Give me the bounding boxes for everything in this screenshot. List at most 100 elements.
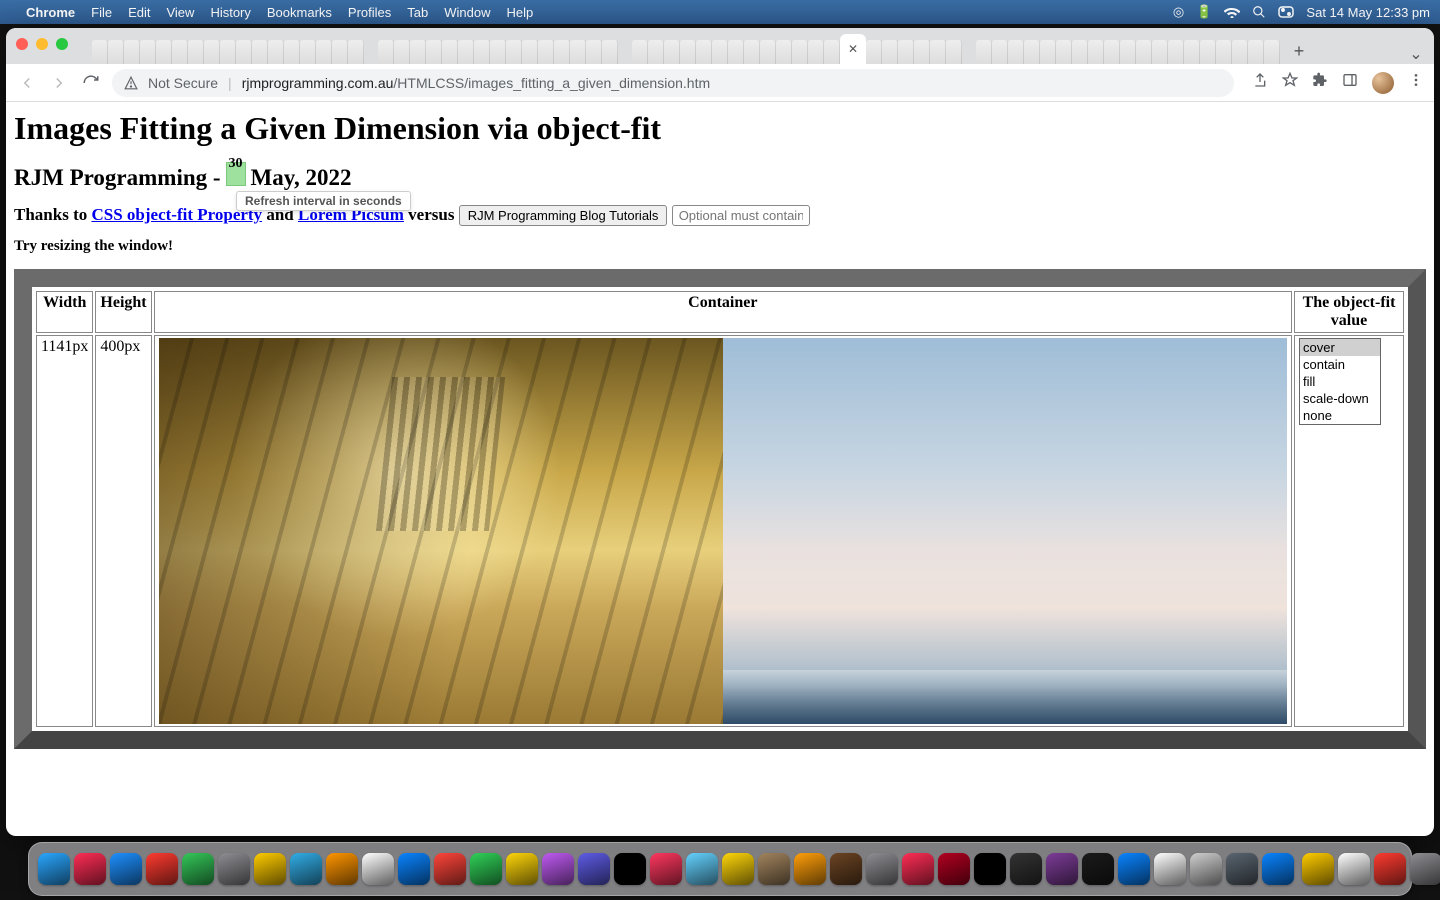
- dock-app[interactable]: [434, 853, 466, 885]
- background-tab[interactable]: [1152, 40, 1168, 64]
- background-tab[interactable]: [632, 40, 648, 64]
- active-tab[interactable]: ✕: [840, 34, 866, 64]
- dock-app[interactable]: [614, 853, 646, 885]
- background-tab[interactable]: [236, 40, 252, 64]
- screen-record-icon[interactable]: ◎: [1173, 4, 1184, 20]
- address-bar[interactable]: Not Secure | rjmprogramming.com.au/HTMLC…: [112, 69, 1234, 97]
- menu-view[interactable]: View: [166, 5, 194, 20]
- dock-app[interactable]: [1046, 853, 1078, 885]
- background-tab[interactable]: [808, 40, 824, 64]
- dock-app[interactable]: [1374, 853, 1406, 885]
- menu-history[interactable]: History: [210, 5, 250, 20]
- close-window-button[interactable]: [16, 38, 28, 50]
- background-tab[interactable]: [1136, 40, 1152, 64]
- objectfit-option-contain[interactable]: contain: [1300, 356, 1380, 373]
- background-tab[interactable]: [268, 40, 284, 64]
- objectfit-option-none[interactable]: none: [1300, 407, 1380, 424]
- background-tab[interactable]: [92, 40, 108, 64]
- dock-app[interactable]: [758, 853, 790, 885]
- background-tab[interactable]: [156, 40, 172, 64]
- dock-app[interactable]: [722, 853, 754, 885]
- dock-app[interactable]: [1302, 853, 1334, 885]
- optional-contain-input[interactable]: [672, 205, 810, 226]
- background-tab[interactable]: [538, 40, 554, 64]
- background-tab[interactable]: [1088, 40, 1104, 64]
- background-tab[interactable]: [930, 40, 946, 64]
- background-tab[interactable]: [696, 40, 712, 64]
- menu-tab[interactable]: Tab: [407, 5, 428, 20]
- background-tab[interactable]: [554, 40, 570, 64]
- dock-app[interactable]: [1262, 853, 1294, 885]
- dock-app[interactable]: [1226, 853, 1258, 885]
- background-tab[interactable]: [1040, 40, 1056, 64]
- background-tab[interactable]: [394, 40, 410, 64]
- forward-button[interactable]: [48, 72, 70, 94]
- objectfit-option-fill[interactable]: fill: [1300, 373, 1380, 390]
- background-tab[interactable]: [680, 40, 696, 64]
- dock-app[interactable]: [974, 853, 1006, 885]
- background-tab[interactable]: [442, 40, 458, 64]
- background-tab[interactable]: [898, 40, 914, 64]
- fullscreen-window-button[interactable]: [56, 38, 68, 50]
- background-tab[interactable]: [188, 40, 204, 64]
- dock-app[interactable]: [830, 853, 862, 885]
- background-tab[interactable]: [474, 40, 490, 64]
- background-tab[interactable]: [760, 40, 776, 64]
- control-center-icon[interactable]: [1278, 6, 1294, 18]
- dock-app[interactable]: [506, 853, 538, 885]
- background-tab[interactable]: [728, 40, 744, 64]
- dock-app[interactable]: [938, 853, 970, 885]
- background-tab[interactable]: [1184, 40, 1200, 64]
- background-tab[interactable]: [140, 40, 156, 64]
- background-tab[interactable]: [204, 40, 220, 64]
- dock-app[interactable]: [38, 853, 70, 885]
- dock-app[interactable]: [866, 853, 898, 885]
- bookmark-icon[interactable]: [1282, 72, 1298, 93]
- dock-app[interactable]: [1118, 853, 1150, 885]
- background-tab[interactable]: [124, 40, 140, 64]
- background-tab[interactable]: [570, 40, 586, 64]
- background-tab[interactable]: [664, 40, 680, 64]
- dock-app[interactable]: [398, 853, 430, 885]
- dock-app[interactable]: [1190, 853, 1222, 885]
- background-tab[interactable]: [490, 40, 506, 64]
- extensions-icon[interactable]: [1312, 72, 1328, 93]
- background-tab[interactable]: [108, 40, 124, 64]
- background-tab[interactable]: [1056, 40, 1072, 64]
- background-tab[interactable]: [992, 40, 1008, 64]
- background-tab[interactable]: [1072, 40, 1088, 64]
- menubar-app[interactable]: Chrome: [26, 5, 75, 20]
- menu-bookmarks[interactable]: Bookmarks: [267, 5, 332, 20]
- dock-app[interactable]: [362, 853, 394, 885]
- dock-app[interactable]: [650, 853, 682, 885]
- background-tab[interactable]: [378, 40, 394, 64]
- background-tab[interactable]: [1008, 40, 1024, 64]
- menu-edit[interactable]: Edit: [128, 5, 150, 20]
- minimize-window-button[interactable]: [36, 38, 48, 50]
- background-tab[interactable]: [792, 40, 808, 64]
- dock-app[interactable]: [326, 853, 358, 885]
- background-tab[interactable]: [316, 40, 332, 64]
- background-tab[interactable]: [946, 40, 962, 64]
- close-tab-icon[interactable]: ✕: [848, 42, 858, 56]
- dock-app[interactable]: [254, 853, 286, 885]
- dock-app[interactable]: [1154, 853, 1186, 885]
- dock-app[interactable]: [470, 853, 502, 885]
- profile-avatar[interactable]: [1372, 72, 1394, 94]
- background-tab[interactable]: [252, 40, 268, 64]
- background-tab[interactable]: [1120, 40, 1136, 64]
- background-tab[interactable]: [824, 40, 840, 64]
- background-tab[interactable]: [712, 40, 728, 64]
- background-tab[interactable]: [220, 40, 236, 64]
- back-button[interactable]: [16, 72, 38, 94]
- sidepanel-icon[interactable]: [1342, 72, 1358, 93]
- background-tab[interactable]: [1024, 40, 1040, 64]
- background-tab[interactable]: [348, 40, 364, 64]
- background-tab[interactable]: [1248, 40, 1264, 64]
- dock-app[interactable]: [902, 853, 934, 885]
- background-tab[interactable]: [426, 40, 442, 64]
- background-tab[interactable]: [744, 40, 760, 64]
- background-tab[interactable]: [866, 40, 882, 64]
- background-tab[interactable]: [648, 40, 664, 64]
- background-tab[interactable]: [882, 40, 898, 64]
